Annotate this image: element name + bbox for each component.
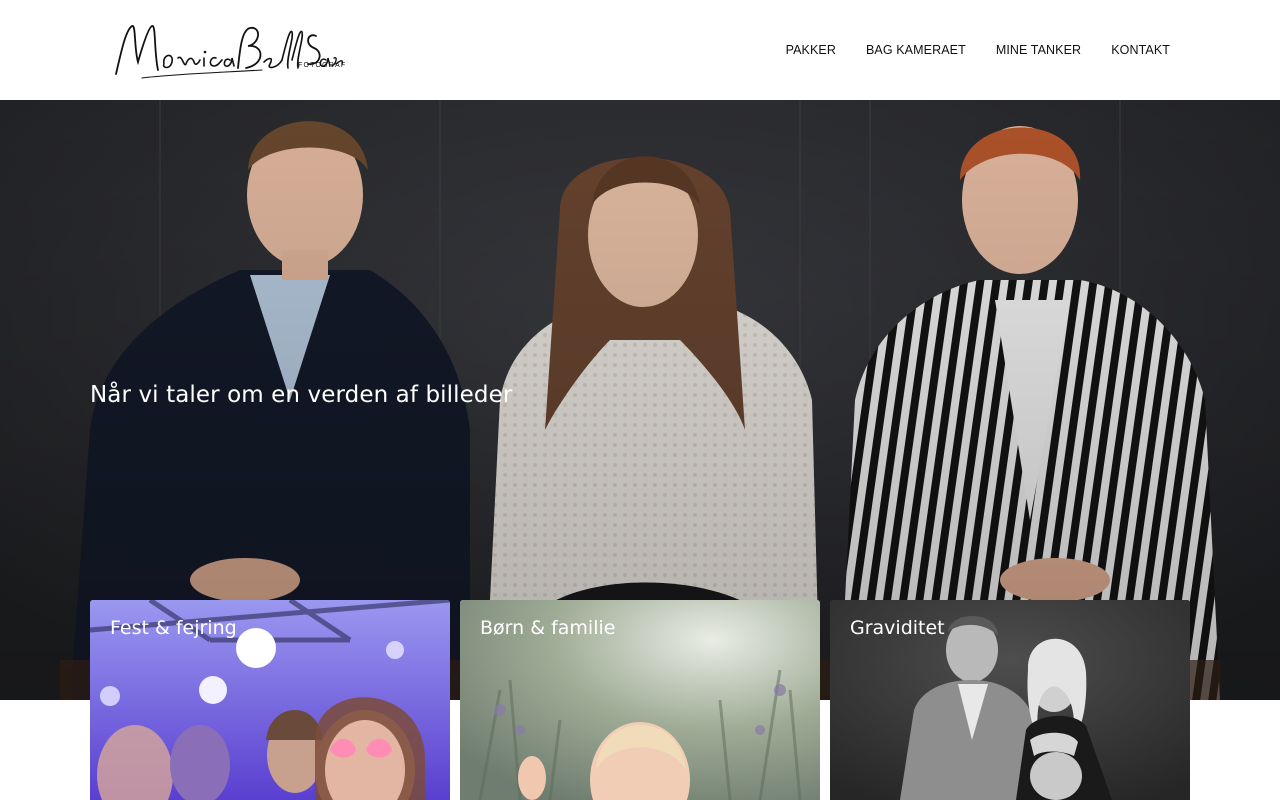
category-card-graviditet[interactable]: Graviditet (830, 600, 1190, 800)
nav-item-kontakt[interactable]: KONTAKT (1111, 41, 1170, 59)
logo-subtitle: FOTOGRAF (298, 62, 347, 69)
nav-item-pakker[interactable]: PAKKER (786, 41, 836, 59)
nav-item-mine-tanker[interactable]: MINE TANKER (996, 41, 1081, 59)
nav-item-bag-kameraet[interactable]: BAG KAMERAET (866, 41, 966, 59)
logo-signature (115, 25, 344, 79)
card-title: Fest & fejring (110, 617, 237, 639)
main-nav: PAKKER BAG KAMERAET MINE TANKER KONTAKT (786, 41, 1170, 59)
card-title: Børn & familie (480, 617, 616, 639)
category-card-fest-fejring[interactable]: Fest & fejring (90, 600, 450, 800)
category-card-born-familie[interactable]: Børn & familie (460, 600, 820, 800)
site-header: FOTOGRAF PAKKER BAG KAMERAET MINE TANKER… (0, 0, 1280, 100)
site-logo[interactable]: FOTOGRAF (112, 18, 348, 82)
hero-title: Når vi taler om en verden af billeder (90, 382, 513, 408)
card-title: Graviditet (850, 617, 945, 639)
